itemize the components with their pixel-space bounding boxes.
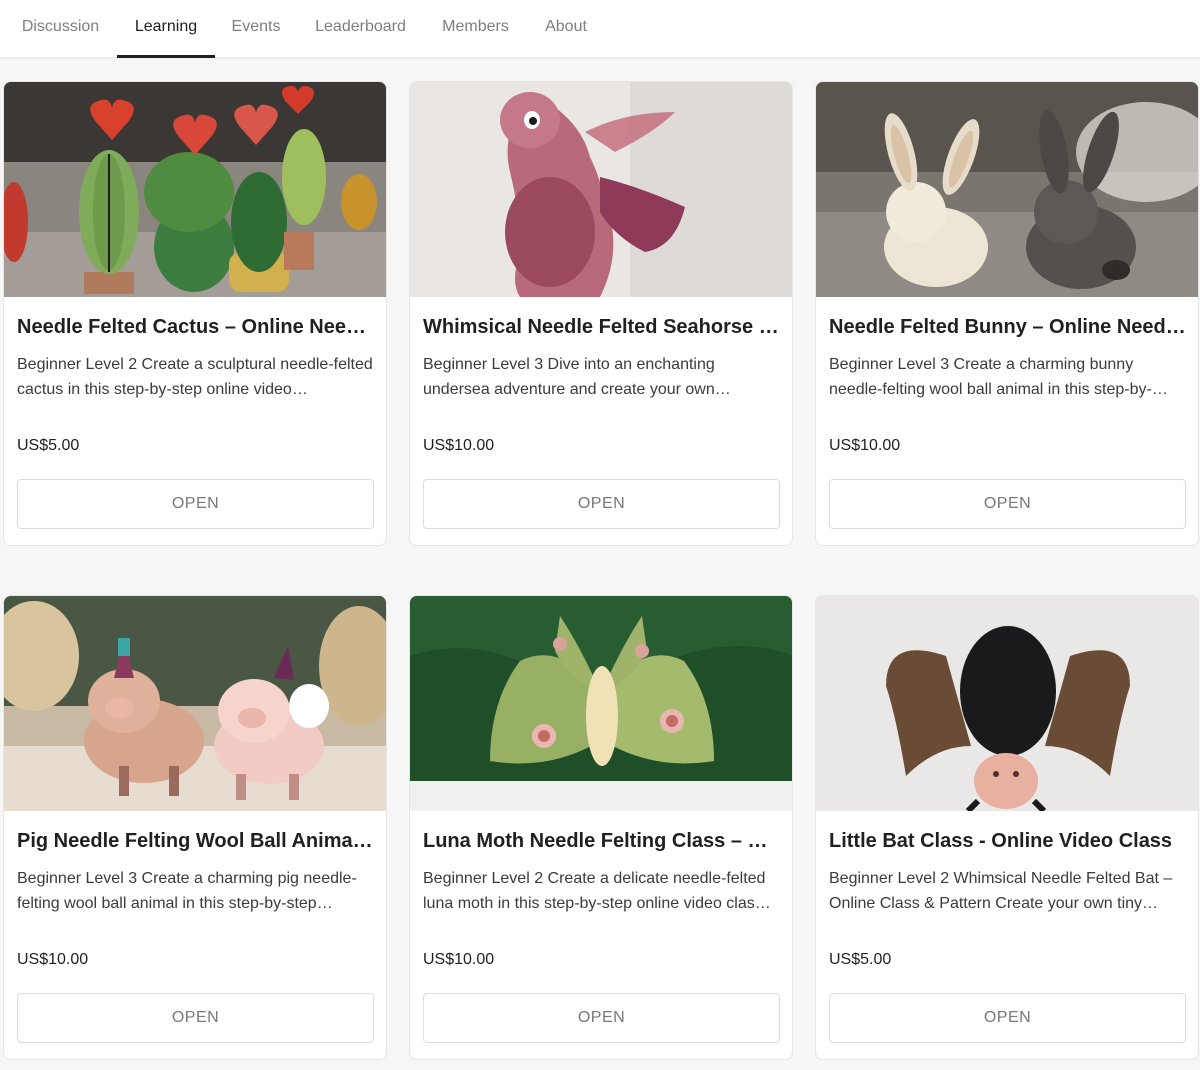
cactus-photo: [4, 82, 386, 297]
course-title[interactable]: Whimsical Needle Felted Seahorse –…: [423, 316, 781, 339]
course-thumbnail[interactable]: [816, 82, 1198, 297]
tab-label: Discussion: [21, 18, 100, 35]
top-navigation: Discussion Learning Events Leaderboard M…: [0, 0, 1200, 58]
open-course-button[interactable]: OPEN: [829, 993, 1186, 1043]
course-thumbnail[interactable]: [410, 596, 792, 811]
course-thumbnail[interactable]: [410, 82, 792, 297]
course-thumbnail[interactable]: [4, 596, 386, 811]
open-course-button[interactable]: OPEN: [17, 993, 374, 1043]
course-card-bunny[interactable]: Needle Felted Bunny – Online Needl… Begi…: [815, 81, 1199, 546]
bunny-photo: [816, 82, 1198, 297]
tab-about[interactable]: About: [543, 0, 589, 58]
tab-discussion[interactable]: Discussion: [20, 0, 101, 58]
tab-label: Learning: [134, 18, 198, 35]
tab-events[interactable]: Events: [231, 0, 281, 58]
course-card-cactus[interactable]: Needle Felted Cactus – Online Needl… Beg…: [3, 81, 387, 546]
open-course-button[interactable]: OPEN: [17, 479, 374, 529]
seahorse-photo: [410, 82, 792, 297]
course-description: Beginner Level 3 Create a charming pig n…: [17, 870, 357, 912]
course-title[interactable]: Pig Needle Felting Wool Ball Animal …: [17, 830, 375, 853]
course-card-luna-moth[interactable]: Luna Moth Needle Felting Class – W… Begi…: [409, 595, 793, 1060]
luna-moth-photo: [410, 596, 792, 811]
tab-members[interactable]: Members: [440, 0, 511, 58]
course-price: US$5.00: [17, 437, 80, 454]
tab-label: Members: [442, 18, 509, 35]
bat-photo: [816, 596, 1198, 811]
tab-label: Events: [231, 18, 281, 35]
pig-photo: [4, 596, 386, 811]
course-description: Beginner Level 2 Whimsical Needle Felted…: [829, 870, 1173, 912]
open-course-button[interactable]: OPEN: [423, 479, 780, 529]
course-price: US$5.00: [829, 951, 892, 968]
course-card-bat[interactable]: Little Bat Class - Online Video Class Be…: [815, 595, 1199, 1060]
course-title[interactable]: Luna Moth Needle Felting Class – W…: [423, 830, 781, 853]
course-description: Beginner Level 3 Dive into an enchanting…: [423, 356, 731, 398]
course-description: Beginner Level 2 Create a sculptural nee…: [17, 356, 373, 398]
course-title[interactable]: Needle Felted Bunny – Online Needl…: [829, 316, 1187, 339]
course-title[interactable]: Little Bat Class - Online Video Class: [829, 830, 1187, 853]
course-price: US$10.00: [423, 951, 495, 968]
open-course-button[interactable]: OPEN: [423, 993, 780, 1043]
tab-learning[interactable]: Learning: [117, 0, 215, 58]
active-tab-indicator: [117, 55, 215, 58]
open-course-button[interactable]: OPEN: [829, 479, 1186, 529]
course-price: US$10.00: [423, 437, 495, 454]
course-title[interactable]: Needle Felted Cactus – Online Needl…: [17, 316, 375, 339]
course-price: US$10.00: [829, 437, 901, 454]
course-thumbnail[interactable]: [4, 82, 386, 297]
tab-label: Leaderboard: [315, 18, 406, 35]
course-description: Beginner Level 2 Create a delicate needl…: [423, 870, 771, 912]
course-price: US$10.00: [17, 951, 89, 968]
course-card-pig[interactable]: Pig Needle Felting Wool Ball Animal … Be…: [3, 595, 387, 1060]
course-description: Beginner Level 3 Create a charming bunny…: [829, 356, 1168, 398]
course-thumbnail[interactable]: [816, 596, 1198, 811]
tab-label: About: [545, 18, 587, 35]
tab-leaderboard[interactable]: Leaderboard: [313, 0, 408, 58]
course-card-seahorse[interactable]: Whimsical Needle Felted Seahorse –… Begi…: [409, 81, 793, 546]
